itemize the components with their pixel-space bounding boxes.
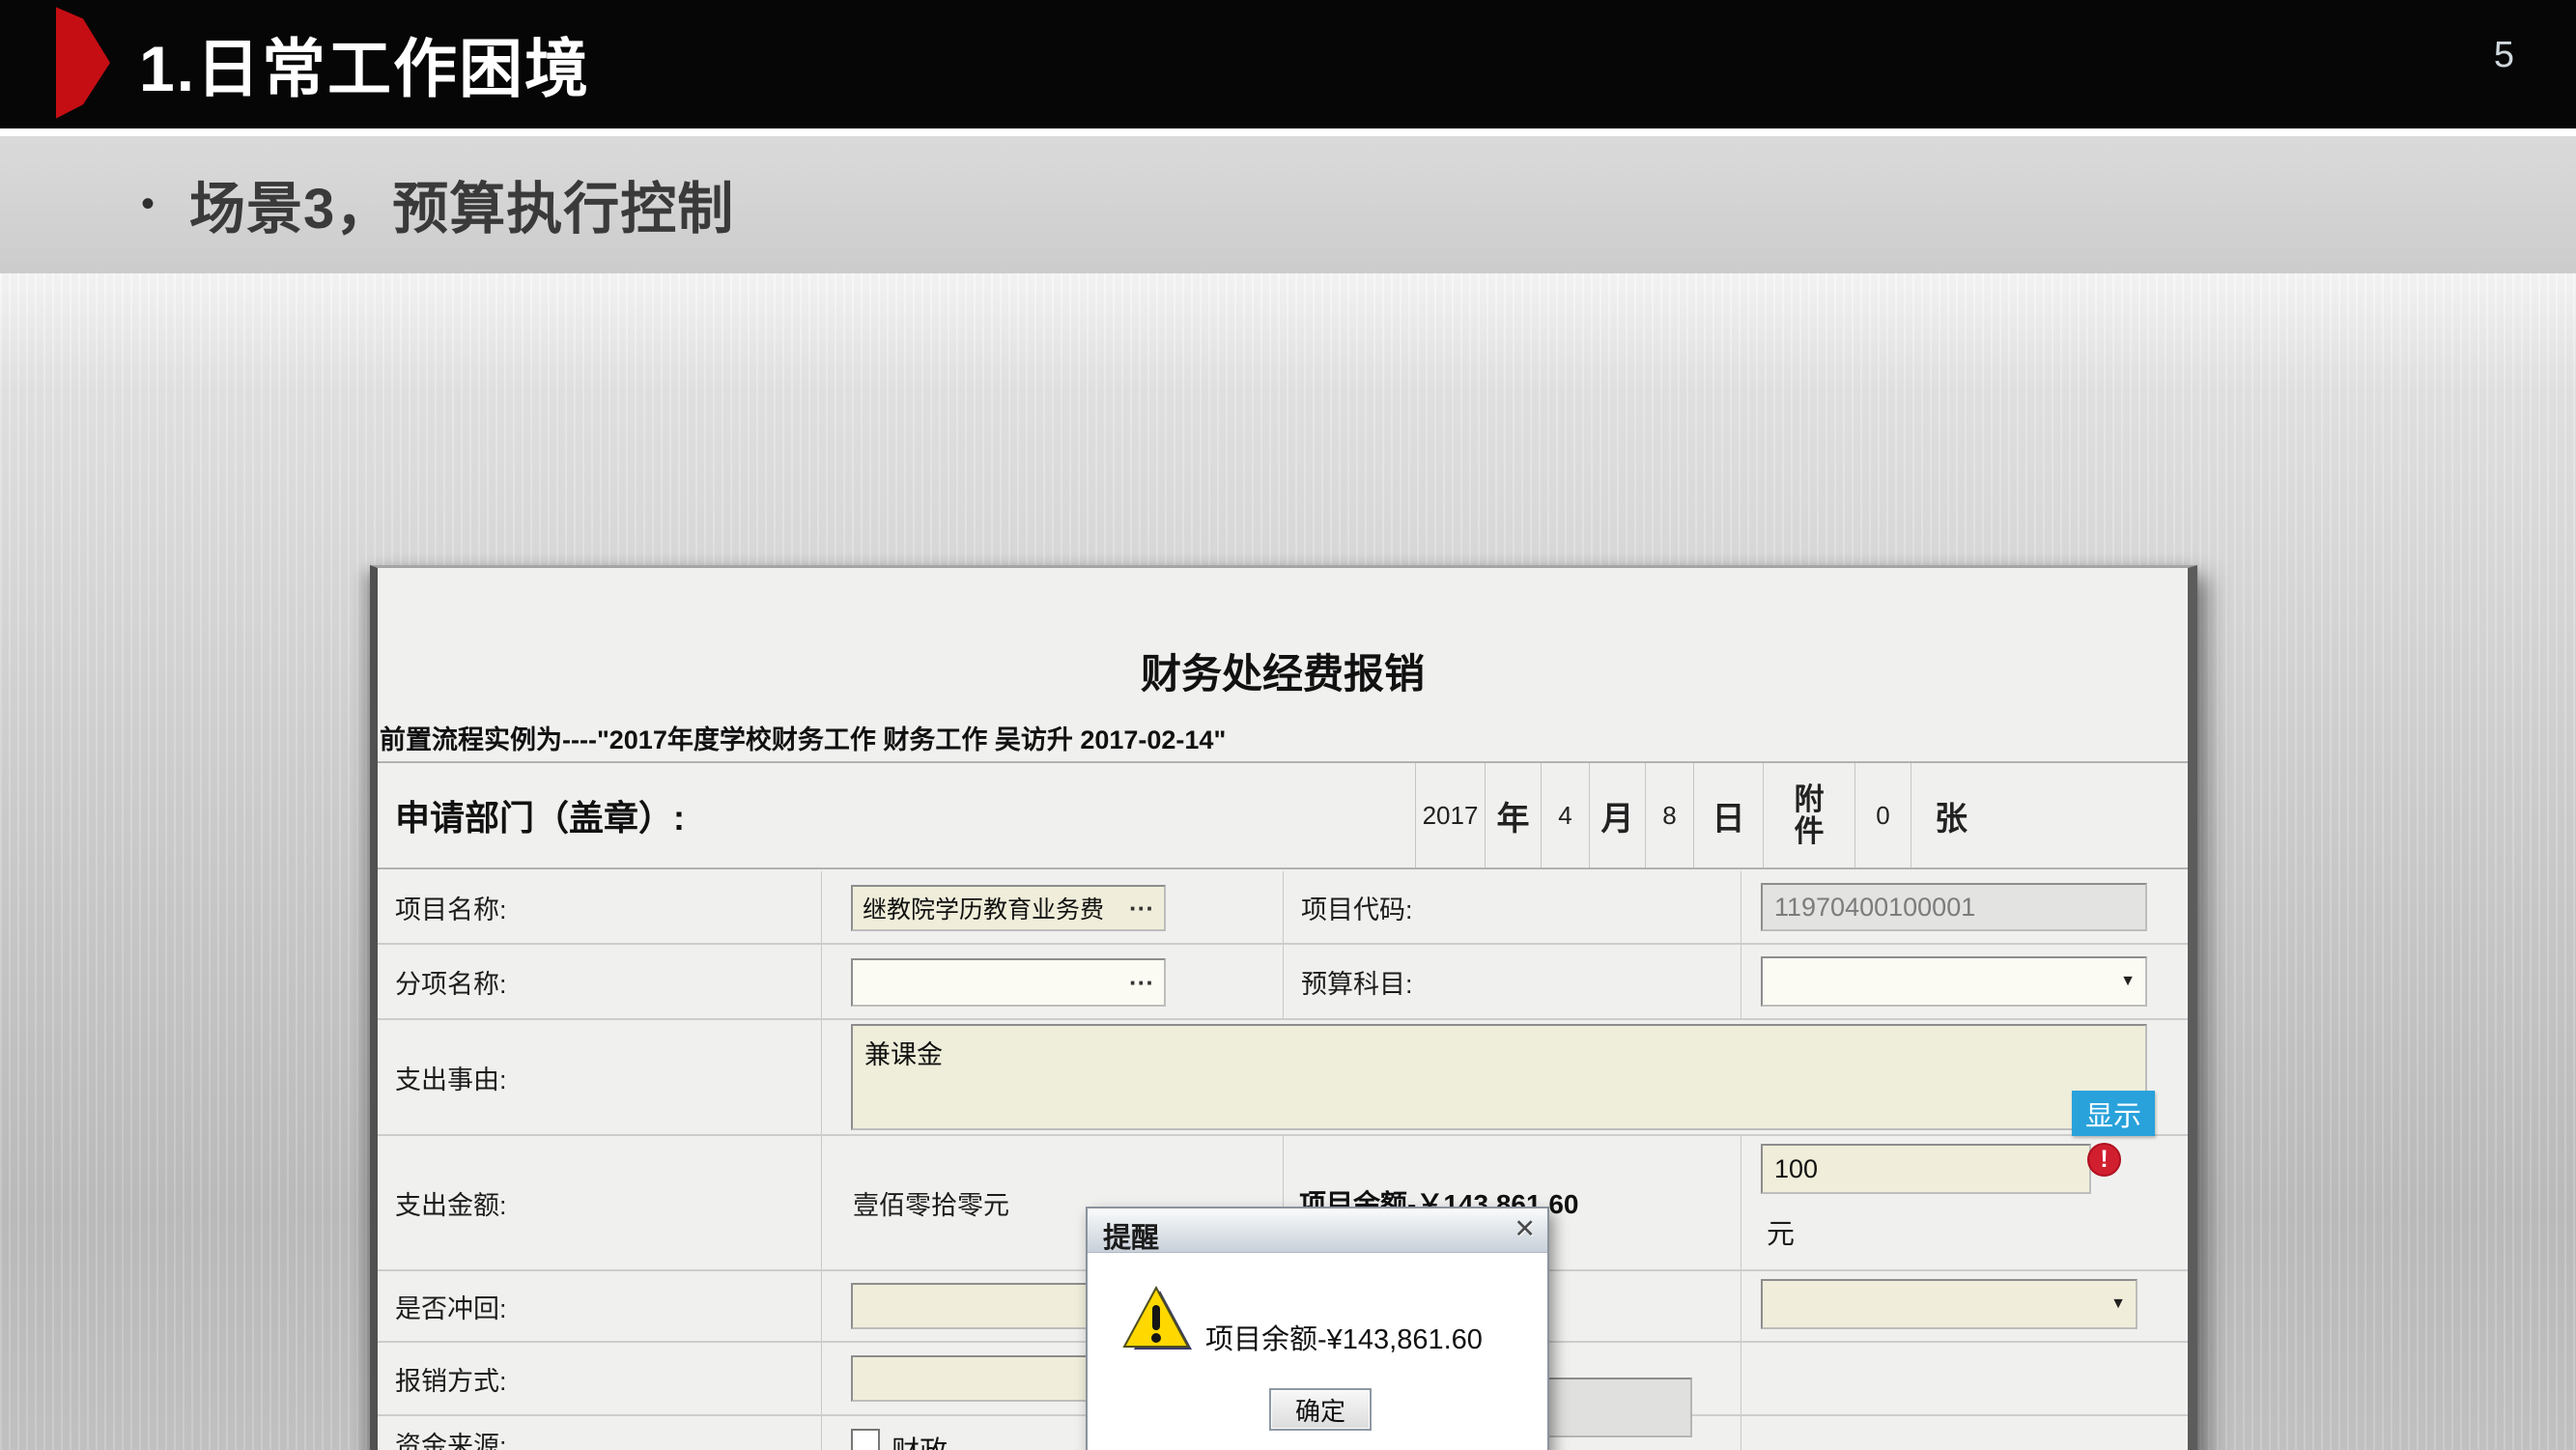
presentation-slide: 1.日常工作困境 5 • 场景3，预算执行控制 财务处经费报销 前置流程实例为-…: [0, 0, 2576, 1450]
page-number: 5: [2494, 35, 2514, 76]
attachment-unit: 张: [1911, 763, 2188, 867]
attachment-label: 附件: [1763, 763, 1854, 867]
chevron-down-icon[interactable]: ▼: [2110, 1295, 2126, 1313]
amount-input[interactable]: [1761, 1144, 2091, 1194]
dialog-title: 提醒: [1103, 1215, 1159, 1256]
expense-amount-label: 支出金额:: [395, 1136, 507, 1269]
project-code-label: 项目代码:: [1301, 871, 1413, 943]
slide-body: 财务处经费报销 前置流程实例为----"2017年度学校财务工作 财务工作 吴访…: [0, 273, 2576, 1450]
row-project: 项目名称: 继教院学历教育业务费 ··· 项目代码:: [378, 871, 2188, 945]
slide-title: 1.日常工作困境: [139, 17, 590, 110]
row-subitem: 分项名称: ··· 预算科目: ▼: [378, 945, 2188, 1020]
subitem-label: 分项名称:: [395, 945, 507, 1018]
dialog-message: 项目余额-¥143,861.60: [1205, 1317, 1483, 1357]
budget-subject-label: 预算科目:: [1301, 945, 1413, 1018]
project-name-label: 项目名称:: [395, 871, 507, 943]
year-unit: 年: [1485, 763, 1541, 867]
reverse-label: 是否冲回:: [395, 1271, 507, 1341]
warning-triangle-icon: [1120, 1286, 1194, 1358]
apply-department-label: 申请部门（盖章）:: [395, 763, 685, 867]
subitem-picker-icon[interactable]: ···: [1121, 968, 1154, 998]
project-name-picker-icon[interactable]: ···: [1121, 894, 1154, 924]
expense-reason-label: 支出事由:: [395, 1020, 507, 1134]
budget-subject-select[interactable]: ▼: [1761, 956, 2147, 1007]
slide-title-bar: 1.日常工作困境 5: [0, 0, 2576, 128]
divider: [0, 128, 2576, 136]
process-instance-line: 前置流程实例为----"2017年度学校财务工作 财务工作 吴访升 2017-0…: [380, 719, 1226, 756]
dialog-title-bar[interactable]: 提醒 ✕: [1088, 1208, 1547, 1253]
show-badge[interactable]: 显示: [2072, 1091, 2155, 1136]
attachment-count: 0: [1854, 763, 1911, 867]
row-reason: 支出事由: 兼课金: [378, 1020, 2188, 1136]
year-value: 2017: [1415, 763, 1485, 867]
form-header-row: 申请部门（盖章）: 2017 年 4 月 8 日 附件 0 张: [378, 761, 2188, 869]
ok-button[interactable]: 确定: [1269, 1388, 1372, 1431]
method-label: 报销方式:: [395, 1343, 507, 1414]
bullet-icon: •: [141, 183, 155, 226]
date-strip: 2017 年 4 月 8 日 附件 0 张: [1415, 763, 2188, 867]
form-title: 财务处经费报销: [378, 641, 2188, 700]
project-name-field[interactable]: 继教院学历教育业务费 ···: [851, 885, 1166, 931]
close-icon[interactable]: ✕: [1514, 1214, 1536, 1244]
subitem-field[interactable]: ···: [851, 958, 1166, 1007]
subtitle-bar: • 场景3，预算执行控制: [0, 136, 2576, 273]
fund-source-label: 资金来源:: [395, 1416, 507, 1450]
expense-reason-textarea[interactable]: 兼课金: [851, 1024, 2147, 1130]
day-value: 8: [1645, 763, 1693, 867]
dialog-body: 项目余额-¥143,861.60 确定: [1088, 1253, 1547, 1450]
month-value: 4: [1541, 763, 1589, 867]
day-unit: 日: [1693, 763, 1763, 867]
alert-dialog: 提醒 ✕ 项目余额-¥143,861.60 确定: [1086, 1207, 1549, 1450]
subtitle-text: 场景3，预算执行控制: [189, 163, 734, 244]
reverse-select[interactable]: ▼: [1761, 1279, 2137, 1329]
red-accent-shape: [56, 5, 110, 121]
chevron-down-icon[interactable]: ▼: [2120, 973, 2136, 990]
fund-finance-checkbox[interactable]: [851, 1429, 880, 1450]
amount-in-words: 壹佰零拾零元: [853, 1136, 1009, 1269]
fund-finance-label: 财政: [892, 1429, 948, 1450]
month-unit: 月: [1589, 763, 1645, 867]
project-code-input[interactable]: [1761, 883, 2147, 931]
error-exclamation-icon: !: [2087, 1143, 2121, 1177]
amount-unit: 元: [1767, 1211, 1795, 1252]
